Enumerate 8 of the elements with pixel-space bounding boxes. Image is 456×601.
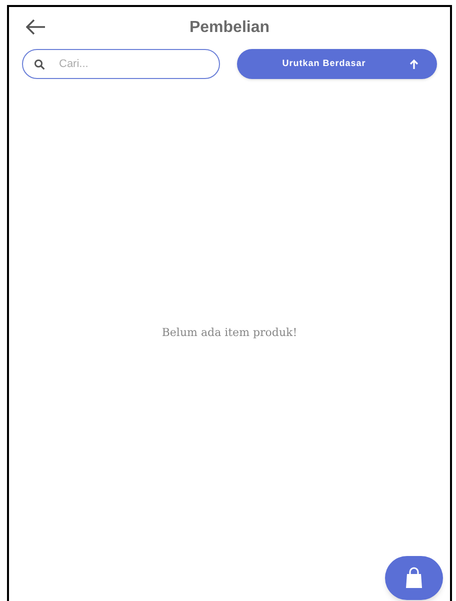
shopping-bag-icon (405, 567, 423, 589)
page-title: Pembelian (189, 18, 270, 38)
back-arrow-icon[interactable] (26, 19, 46, 35)
sort-button[interactable]: Urutkan Berdasar (237, 49, 437, 79)
search-field[interactable]: Cari... (22, 49, 220, 79)
empty-message: Belum ada item produk! (162, 324, 298, 341)
cart-button[interactable] (385, 556, 443, 600)
search-icon (34, 59, 45, 70)
